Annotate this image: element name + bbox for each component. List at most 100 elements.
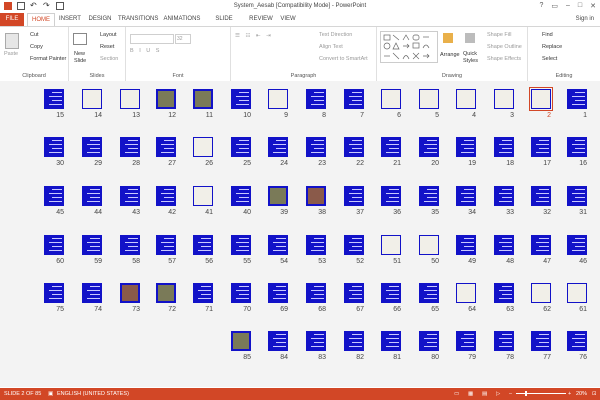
arrange-button[interactable]: Arrange <box>440 52 460 58</box>
slide-thumbnail[interactable] <box>567 186 587 206</box>
sign-in-link[interactable]: Sign in <box>576 16 594 22</box>
slide-thumbnail[interactable] <box>344 235 364 255</box>
slide-thumbnail[interactable] <box>231 137 251 157</box>
find-button[interactable]: Find <box>542 32 553 38</box>
view-normal-icon[interactable]: ▭ <box>454 391 459 397</box>
slide-thumbnail[interactable] <box>193 283 213 303</box>
cut-button[interactable]: Cut <box>30 32 39 38</box>
slide-thumbnail[interactable] <box>419 186 439 206</box>
slide-thumbnail[interactable] <box>268 89 288 109</box>
slide-thumbnail[interactable] <box>456 186 476 206</box>
slide-thumbnail[interactable] <box>567 235 587 255</box>
slide-thumbnail[interactable] <box>268 137 288 157</box>
slide-thumbnail[interactable] <box>268 283 288 303</box>
slide-thumbnail[interactable] <box>419 89 439 109</box>
slide-thumbnail[interactable] <box>567 331 587 351</box>
zoom-out-icon[interactable]: – <box>509 391 512 397</box>
slide-thumbnail[interactable] <box>193 186 213 206</box>
slide-thumbnail[interactable] <box>531 283 551 303</box>
slide-thumbnail[interactable] <box>494 186 514 206</box>
tab-insert[interactable]: INSERT <box>57 13 83 26</box>
slide-thumbnail[interactable] <box>494 137 514 157</box>
slide-thumbnail[interactable] <box>193 89 213 109</box>
slide-thumbnail[interactable] <box>120 235 140 255</box>
slide-thumbnail[interactable] <box>531 137 551 157</box>
slide-sorter-view[interactable]: 15 14 13 12 11 10 9 8 7 6 5 4 3 2 1 30 29 28 27 26 25 24 23 22 2… <box>0 81 600 387</box>
shape-outline-button[interactable]: Shape Outline <box>487 44 522 50</box>
tab-design[interactable]: DESIGN <box>86 13 114 26</box>
slide-thumbnail[interactable] <box>344 137 364 157</box>
slide-thumbnail[interactable] <box>156 283 176 303</box>
slide-thumbnail[interactable] <box>494 89 514 109</box>
bullets-buttons[interactable]: ☰ ☷ ⇤ ⇥ <box>235 33 273 39</box>
replace-button[interactable]: Replace <box>542 44 562 50</box>
slide-thumbnail[interactable] <box>456 283 476 303</box>
align-text-button[interactable]: Align Text <box>319 44 343 50</box>
slide-thumbnail[interactable] <box>344 89 364 109</box>
slide-thumbnail[interactable] <box>82 283 102 303</box>
slide-thumbnail[interactable] <box>419 137 439 157</box>
zoom-slider[interactable] <box>516 393 566 394</box>
slide-thumbnail[interactable] <box>82 235 102 255</box>
slide-thumbnail[interactable] <box>567 283 587 303</box>
new-slide-icon[interactable] <box>73 33 87 45</box>
slide-thumbnail[interactable] <box>268 235 288 255</box>
slide-thumbnail[interactable] <box>231 186 251 206</box>
slide-thumbnail[interactable] <box>419 235 439 255</box>
slide-thumbnail[interactable] <box>381 186 401 206</box>
slide-thumbnail[interactable] <box>231 235 251 255</box>
slide-thumbnail[interactable] <box>531 331 551 351</box>
slide-thumbnail[interactable] <box>156 235 176 255</box>
reset-button[interactable]: Reset <box>100 44 114 50</box>
tab-home[interactable]: HOME <box>27 13 55 26</box>
minimize-icon[interactable]: – <box>566 2 570 10</box>
ribbon-options-icon[interactable]: ▭ <box>551 2 558 10</box>
slide-thumbnail[interactable] <box>381 137 401 157</box>
shape-fill-button[interactable]: Shape Fill <box>487 32 511 38</box>
slide-thumbnail[interactable] <box>193 235 213 255</box>
slide-thumbnail[interactable] <box>306 331 326 351</box>
help-icon[interactable]: ? <box>539 2 543 10</box>
slide-thumbnail[interactable] <box>381 331 401 351</box>
zoom-slider-thumb[interactable] <box>525 391 527 396</box>
quick-styles-icon[interactable] <box>465 33 475 43</box>
language-indicator[interactable]: ENGLISH (UNITED STATES) <box>57 391 129 397</box>
slide-thumbnail[interactable] <box>306 186 326 206</box>
slide-thumbnail[interactable] <box>268 186 288 206</box>
slide-thumbnail[interactable] <box>381 89 401 109</box>
slide-thumbnail[interactable] <box>231 89 251 109</box>
slide-thumbnail[interactable] <box>419 331 439 351</box>
slide-thumbnail[interactable] <box>120 186 140 206</box>
slide-thumbnail[interactable] <box>44 283 64 303</box>
new-slide-button[interactable]: New <box>74 51 85 57</box>
close-icon[interactable]: ✕ <box>590 2 596 10</box>
maximize-icon[interactable]: □ <box>578 2 582 10</box>
font-name-box[interactable] <box>130 34 174 44</box>
slide-thumbnail[interactable] <box>494 235 514 255</box>
select-button[interactable]: Select <box>542 56 557 62</box>
slide-thumbnail[interactable] <box>381 283 401 303</box>
zoom-in-icon[interactable]: + <box>568 391 571 397</box>
slide-thumbnail[interactable] <box>456 137 476 157</box>
slide-thumbnail[interactable] <box>82 137 102 157</box>
fit-window-icon[interactable]: ⊡ <box>592 391 597 397</box>
slide-thumbnail[interactable] <box>494 283 514 303</box>
tab-review[interactable]: REVIEW <box>248 13 274 26</box>
layout-button[interactable]: Layout <box>100 32 117 38</box>
font-size-box[interactable]: 32 <box>175 34 191 44</box>
tab-transitions[interactable]: TRANSITIONS <box>118 13 158 26</box>
slide-thumbnail[interactable] <box>456 331 476 351</box>
slide-thumbnail[interactable] <box>419 283 439 303</box>
slide-thumbnail[interactable] <box>344 331 364 351</box>
copy-button[interactable]: Copy <box>30 44 43 50</box>
slide-thumbnail[interactable] <box>306 89 326 109</box>
slide-thumbnail[interactable] <box>456 89 476 109</box>
slide-thumbnail[interactable] <box>82 89 102 109</box>
section-button[interactable]: Section <box>100 56 118 62</box>
slide-thumbnail[interactable] <box>193 137 213 157</box>
slide-thumbnail[interactable] <box>531 235 551 255</box>
slide-thumbnail[interactable] <box>231 283 251 303</box>
slide-thumbnail[interactable] <box>344 186 364 206</box>
tab-view[interactable]: VIEW <box>278 13 298 26</box>
slide-thumbnail[interactable] <box>120 89 140 109</box>
